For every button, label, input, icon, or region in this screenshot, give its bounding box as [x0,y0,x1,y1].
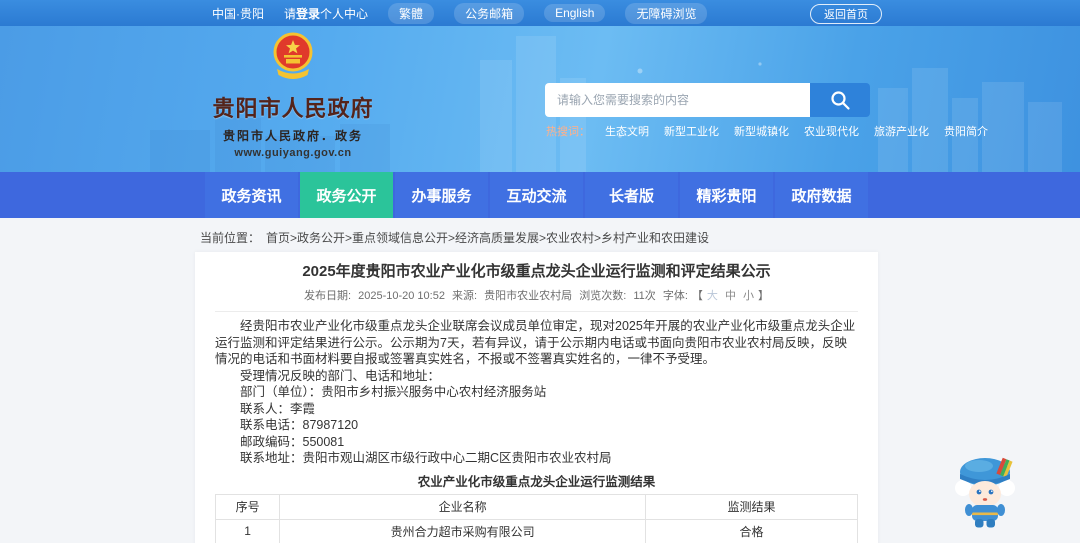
contact-postcode: 邮政编码：550081 [240,434,345,449]
topbar-login-link[interactable]: 请登录个人中心 [284,5,368,22]
article-title: 2025年度贵阳市农业产业化市级重点龙头企业运行监测和评定结果公示 [302,263,771,280]
font-size-label: 字体: [662,290,688,302]
search-input[interactable] [545,83,810,117]
nav-items: 政务资讯 政务公开 办事服务 互动交流 长者版 精彩贵阳 政府数据 [205,172,868,218]
row-index: 1 [214,518,281,543]
return-home-button[interactable]: 返回首页 [810,4,882,24]
font-size-large-button[interactable]: 大 [707,290,718,302]
search-box [545,83,870,117]
topbar-pill-official-mail[interactable]: 公务邮箱 [454,2,525,24]
font-size-small-button[interactable]: 小 [743,290,754,302]
login-bold: 登录 [296,6,321,21]
header-result: 监测结果 [645,493,858,520]
hot-search-term-industrialization[interactable]: 新型工业化 [664,123,719,139]
national-emblem-icon [273,32,313,79]
header-company-name: 企业名称 [279,493,647,520]
nav-tab-government-news[interactable]: 政务资讯 [205,172,298,218]
header-banner: 贵阳市人民政府 贵阳市人民政府．政务 www.guiyang.gov.cn 热搜… [0,26,1080,172]
hot-search-term-agriculture[interactable]: 农业现代化 [804,123,859,139]
contact-phone: 联系电话：87987120 [240,418,359,432]
breadcrumb: 当前位置： 首页>政务公开>重点领域信息公开>经济高质量发展>农业农村>乡村产业和… [200,229,709,246]
site-name: 贵阳市人民政府 [212,96,374,121]
header-index: 序号 [214,493,281,520]
hot-search-term-urbanization[interactable]: 新型城镇化 [734,123,789,139]
paragraph-announcement: 经贵阳市农业产业化市级重点龙头企业联席会议成员单位审定，现对2025年开展的农业… [215,319,856,366]
nav-tab-government-data[interactable]: 政府数据 [775,172,868,218]
mascot-figure[interactable] [950,452,1020,530]
views-count: 11次 [633,290,656,302]
hot-search-term-ecology[interactable]: 生态文明 [605,123,649,139]
paragraph-contact-intro: 受理情况反映的部门、电话和地址： [240,368,441,383]
search-icon [831,91,850,110]
topbar-pill-accessibility[interactable]: 无障碍浏览 [625,2,708,24]
source: 贵阳市农业农村局 [484,290,573,302]
site-logo-block[interactable]: 贵阳市人民政府 贵阳市人民政府．政务 www.guiyang.gov.cn [208,31,378,159]
company-name: 贵州合力超市采购有限公司 [279,518,647,543]
login-suffix: 个人中心 [320,6,369,21]
topbar-pill-traditional-chinese[interactable]: 繁體 [388,2,435,24]
city-skyline-decoration [150,36,1062,172]
article-meta: 发布日期: 2025-10-20 10:52 来源: 贵阳市农业农村局 浏览次数… [215,287,858,312]
table-row: 1 贵州合力超市采购有限公司 合格 [214,518,858,543]
views-label: 浏览次数: [579,290,627,302]
publish-date: 2025-10-20 10:52 [358,290,445,302]
font-size-medium-button[interactable]: 中 [725,290,736,302]
breadcrumb-path[interactable]: 首页>政务公开>重点领域信息公开>经济高质量发展>农业农村>乡村产业和农田建设 [266,231,709,245]
publish-date-label: 发布日期: [303,290,352,302]
table-header-row: 序号 企业名称 监测结果 [214,493,858,520]
contact-department: 部门（单位）：贵阳市乡村振兴服务中心农村经济服务站 [240,385,547,399]
site-url: www.guiyang.gov.cn [234,147,352,159]
hot-search-label: 热搜词： [546,126,590,138]
monitor-result-table: 序号 企业名称 监测结果 1 贵州合力超市采购有限公司 合格 2 贵州友禾种业有… [214,493,858,543]
main-navigation: 政务资讯 政务公开 办事服务 互动交流 长者版 精彩贵阳 政府数据 [0,172,1080,218]
article-card: 2025年度贵阳市农业产业化市级重点龙头企业运行监测和评定结果公示 发布日期: … [195,252,878,543]
topbar-link-china-guiyang[interactable]: 中国·贵阳 [212,5,264,22]
hot-search-term-guiyang-intro[interactable]: 贵阳简介 [944,123,988,139]
hot-search-row: 热搜词： 生态文明 新型工业化 新型城镇化 农业现代化 旅游产业化 贵阳简介 [546,123,988,139]
source-label: 来源: [452,290,478,302]
bracket-close: 】 [758,290,770,302]
nav-tab-interaction[interactable]: 互动交流 [490,172,583,218]
nav-tab-information-disclosure[interactable]: 政务公开 [300,172,393,218]
nav-tab-services[interactable]: 办事服务 [395,172,488,218]
table-caption: 农业产业化市级重点龙头企业运行监测结果 [417,474,656,489]
nav-tab-wonderful-guiyang[interactable]: 精彩贵阳 [680,172,773,218]
monitor-result: 合格 [645,518,858,543]
nav-tab-elderly-version[interactable]: 长者版 [585,172,678,218]
contact-address: 联系地址：贵阳市观山湖区市级行政中心二期C区贵阳市农业农村局 [240,451,612,465]
login-prefix: 请 [284,6,297,21]
site-tagline: 贵阳市人民政府．政务 [222,129,363,143]
article-body: 经贵阳市农业产业化市级重点龙头企业联席会议成员单位审定，现对2025年开展的农业… [215,318,858,467]
breadcrumb-label: 当前位置： [200,231,261,245]
search-button[interactable] [810,83,870,117]
top-utility-bar: 中国·贵阳 请登录个人中心 繁體 公务邮箱 English 无障碍浏览 [0,0,1080,26]
hot-search-term-tourism[interactable]: 旅游产业化 [874,123,929,139]
contact-person: 联系人：李霞 [240,401,316,416]
topbar-pill-english[interactable]: English [544,4,606,22]
bracket-open: 【 [691,290,703,302]
